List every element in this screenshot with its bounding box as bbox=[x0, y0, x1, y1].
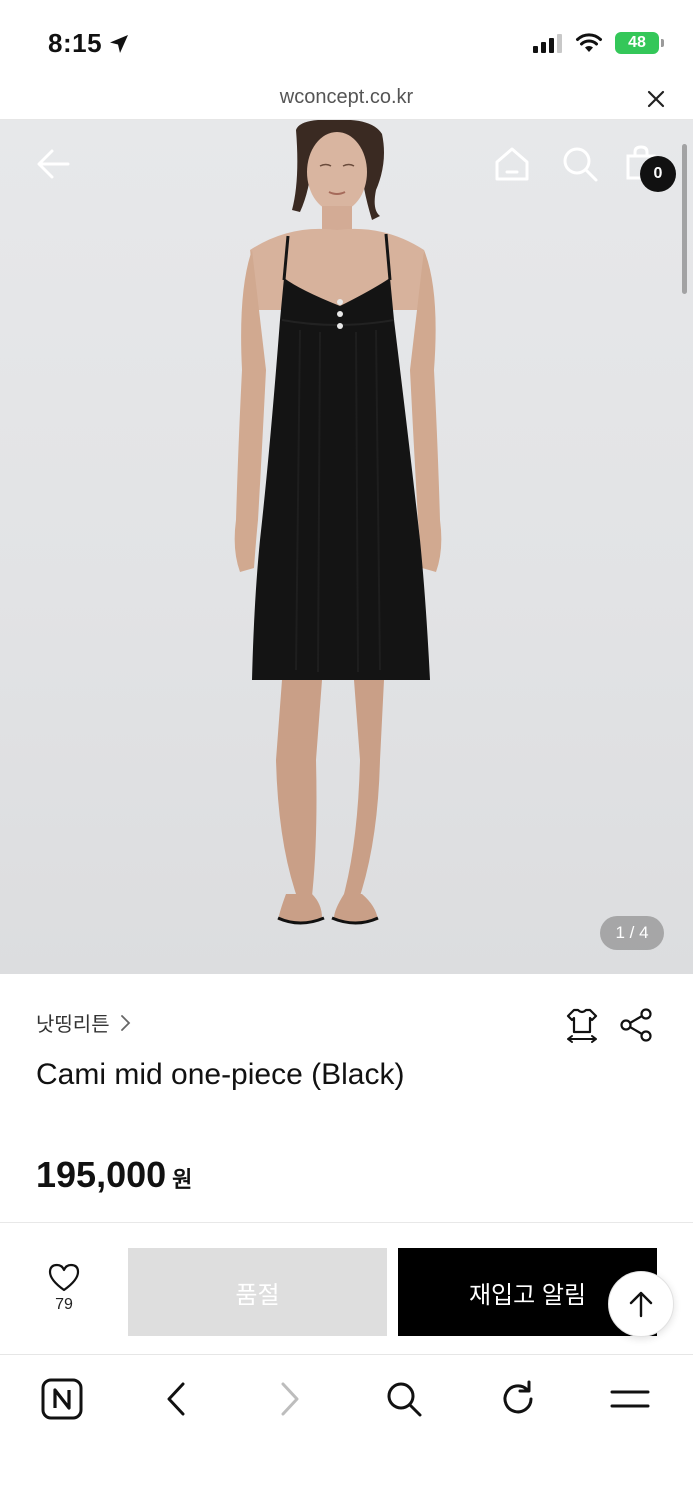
battery-level: 48 bbox=[628, 34, 646, 51]
share-icon[interactable] bbox=[618, 1008, 654, 1042]
product-price: 195,000 bbox=[36, 1154, 167, 1195]
battery-icon: 48 bbox=[615, 32, 664, 54]
price-currency: 원 bbox=[172, 1167, 193, 1192]
wifi-icon bbox=[576, 33, 602, 52]
search-icon[interactable] bbox=[560, 144, 600, 184]
back-arrow-icon[interactable] bbox=[34, 146, 74, 182]
chevron-right-icon bbox=[120, 1014, 130, 1031]
menu-icon bbox=[610, 1390, 650, 1408]
scroll-top-button[interactable] bbox=[608, 1271, 674, 1337]
back-icon bbox=[167, 1382, 185, 1416]
like-button[interactable]: 79 bbox=[36, 1262, 92, 1326]
close-icon[interactable] bbox=[645, 88, 667, 110]
location-arrow-icon bbox=[110, 34, 129, 53]
image-top-nav: 0 bbox=[0, 120, 693, 294]
scroll-top-icon bbox=[629, 1291, 653, 1318]
brand-link[interactable]: 낫띵리튼 bbox=[36, 1008, 132, 1037]
browser-back-button[interactable] bbox=[154, 1377, 198, 1421]
price-row: 195,000 원 bbox=[36, 1154, 192, 1196]
refresh-button[interactable] bbox=[496, 1377, 540, 1421]
forward-icon bbox=[281, 1382, 299, 1416]
product-photo bbox=[234, 120, 442, 925]
status-time: 8:15 bbox=[48, 28, 103, 58]
menu-button[interactable] bbox=[608, 1377, 652, 1421]
soldout-button[interactable]: 품절 bbox=[128, 1248, 387, 1336]
search-icon bbox=[387, 1382, 422, 1417]
naver-button[interactable] bbox=[40, 1377, 84, 1421]
status-indicators: 48 bbox=[533, 32, 664, 54]
heart-icon[interactable] bbox=[47, 1262, 81, 1292]
refresh-icon bbox=[503, 1380, 533, 1414]
browser-search-button[interactable] bbox=[382, 1377, 426, 1421]
image-page-indicator: 1 / 4 bbox=[600, 916, 664, 950]
product-image-carousel[interactable]: 0 1 / 4 bbox=[0, 120, 693, 974]
status-time-group: 8:15 bbox=[48, 28, 130, 59]
browser-forward-button[interactable] bbox=[268, 1377, 312, 1421]
divider bbox=[0, 1222, 693, 1223]
like-count: 79 bbox=[55, 1296, 73, 1313]
url-bar[interactable]: wconcept.co.kr bbox=[0, 82, 693, 120]
browser-toolbar bbox=[0, 1354, 693, 1500]
product-title: Cami mid one-piece (Black) bbox=[36, 1058, 405, 1091]
size-guide-icon[interactable] bbox=[564, 1006, 600, 1044]
naver-icon bbox=[41, 1378, 83, 1420]
home-icon[interactable] bbox=[492, 144, 532, 184]
signal-icon bbox=[533, 34, 562, 53]
url-text[interactable]: wconcept.co.kr bbox=[0, 86, 693, 109]
status-bar: 8:15 48 bbox=[0, 0, 693, 82]
brand-name[interactable]: 낫띵리튼 bbox=[36, 1008, 110, 1037]
page-scrollbar[interactable] bbox=[682, 144, 687, 294]
cart-count-badge[interactable]: 0 bbox=[640, 156, 676, 192]
